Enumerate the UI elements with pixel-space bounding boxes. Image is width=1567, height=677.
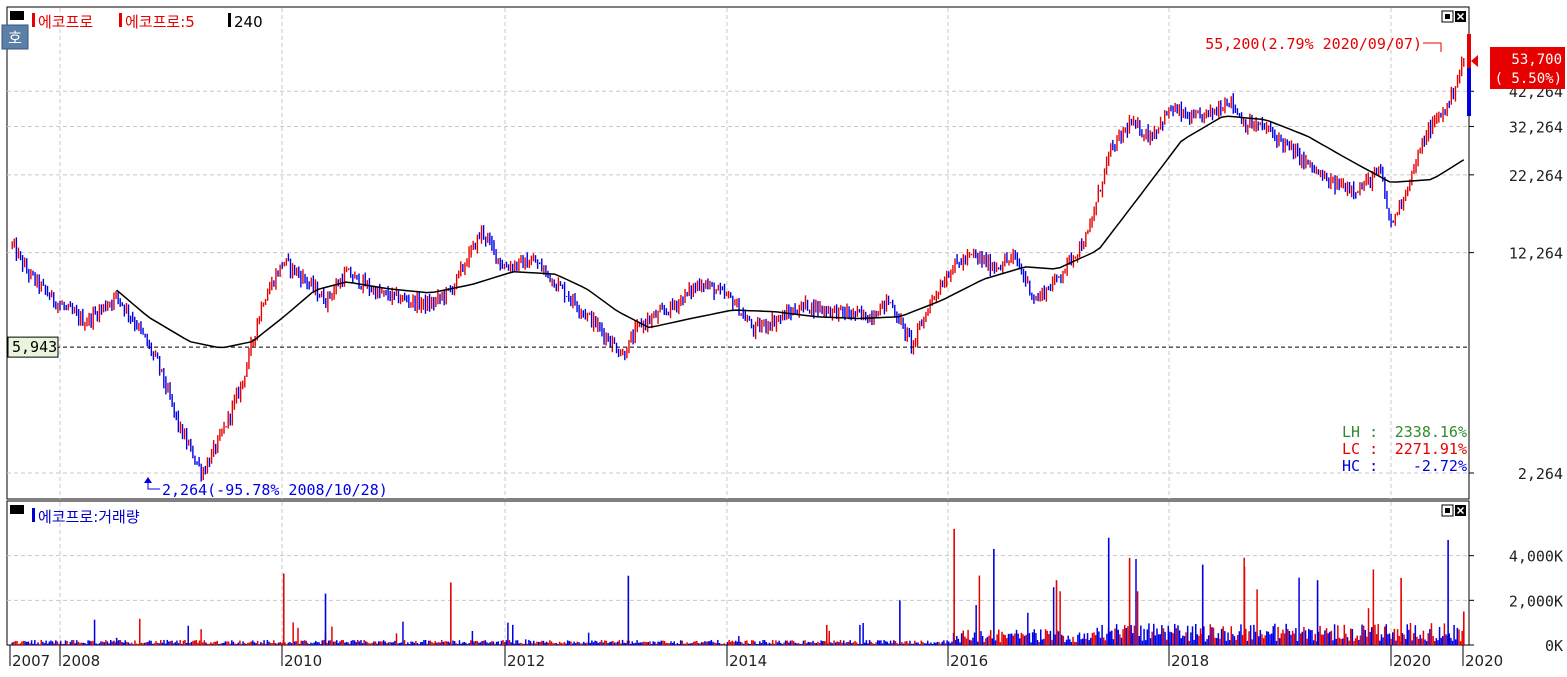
- price-box-change: ( 5.50%): [1495, 71, 1562, 87]
- volume-ytick-label: 4,000K: [1509, 548, 1563, 566]
- restore-window-icon-inner: [1445, 508, 1450, 513]
- price-ytick-label: 12,264: [1509, 245, 1563, 263]
- stock-chart: 42,26432,26422,26412,2642,2644,000K2,000…: [1, 6, 1565, 670]
- legend-marker-1: [119, 13, 122, 27]
- stat-lc-value: 2271.91%: [1395, 440, 1467, 458]
- volume-legend-marker: [32, 508, 35, 522]
- restore-window-icon-inner: [1445, 14, 1450, 19]
- volume-ytick-label: 0K: [1545, 637, 1563, 655]
- price-ytick-label: 2,264: [1518, 465, 1563, 483]
- stat-lc-label: LC :: [1342, 440, 1378, 458]
- price-box-marker-blue: [1467, 68, 1471, 116]
- x-tick-label: 2010: [284, 652, 322, 670]
- chart-window: 42,264 32,264 22,264 12,264 2,264 4,000K 2,000…: [0, 0, 1567, 673]
- side-tab-label[interactable]: 호: [8, 29, 22, 47]
- price-ytick-label: 32,264: [1509, 118, 1563, 136]
- panel-square-icon[interactable]: [10, 505, 24, 514]
- price-pointer-icon: [1471, 55, 1478, 67]
- price-ytick-label: 22,264: [1509, 167, 1563, 185]
- stat-hc-label: HC :: [1342, 457, 1378, 475]
- x-tick-label: 2020: [1393, 652, 1431, 670]
- x-tick-label: 2020: [1465, 652, 1503, 670]
- legend-label-0: 에코프로: [38, 13, 93, 31]
- stat-lh-value: 2338.16%: [1395, 423, 1467, 441]
- side-tab[interactable]: 호: [1, 24, 29, 50]
- panel-square-icon[interactable]: [10, 11, 24, 20]
- stat-lh-label: LH :: [1342, 423, 1378, 441]
- high-annotation: 55,200(2.79% 2020/09/07): [1205, 35, 1442, 53]
- volume-panel-frame: [6, 500, 1470, 646]
- low-annotation-text: 2,264(-95.78% 2008/10/28): [162, 481, 388, 499]
- low-annotation: 2,264(-95.78% 2008/10/28): [144, 477, 388, 499]
- legend-label-1: 에코프로:5: [125, 13, 195, 31]
- legend-label-2: 240: [234, 13, 263, 31]
- high-annotation-text: 55,200(2.79% 2020/09/07): [1205, 35, 1422, 53]
- x-tick-label: 2008: [62, 652, 100, 670]
- reference-label: 5,943: [7, 336, 59, 358]
- volume-legend-label: 에코프로:거래량: [38, 508, 140, 526]
- x-axis-ticks: 2007 2008 2010 2012 2014 2016 2018 2020 2020: [9, 645, 1503, 670]
- price-box-marker: [1467, 34, 1471, 68]
- legend-marker-2: [228, 13, 231, 27]
- x-tick-label: 2007: [12, 652, 50, 670]
- price-box-value: 53,700: [1511, 52, 1562, 68]
- reference-label-text: 5,943: [12, 338, 57, 356]
- volume-ytick-label: 2,000K: [1509, 592, 1563, 610]
- current-price-box: 53,700 ( 5.50%): [1467, 34, 1565, 116]
- x-tick-label: 2018: [1171, 652, 1209, 670]
- x-tick-label: 2012: [507, 652, 545, 670]
- stat-hc-value: -2.72%: [1413, 457, 1467, 475]
- legend-marker-0: [32, 13, 35, 27]
- y-axis-ticks: 42,26432,26422,26412,2642,2644,000K2,000…: [1469, 83, 1563, 655]
- x-tick-label: 2014: [729, 652, 767, 670]
- x-tick-label: 2016: [950, 652, 988, 670]
